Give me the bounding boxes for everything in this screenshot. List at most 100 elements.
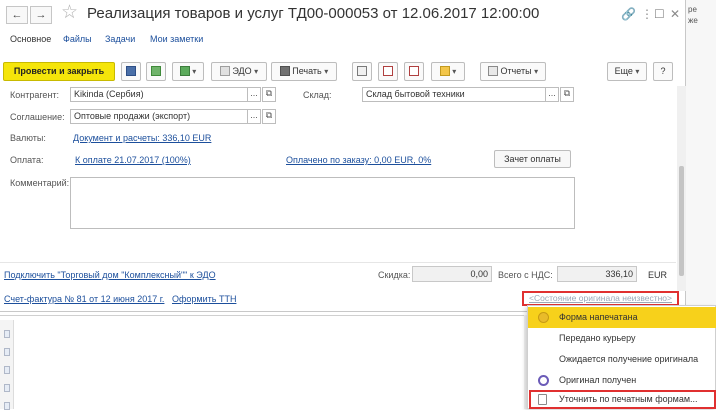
post-document-icon	[151, 65, 161, 76]
discount-label: Скидка:	[378, 270, 411, 280]
attachments-menu-button[interactable]	[431, 62, 465, 81]
page-title: Реализация товаров и услуг ТД00-000053 о…	[87, 5, 540, 22]
warehouse-field[interactable]: Склад бытовой техники	[362, 87, 548, 102]
edo-menu-button[interactable]: ЭДО	[211, 62, 267, 81]
agreement-field[interactable]: Оптовые продажи (экспорт)	[70, 109, 250, 124]
scrollbar-thumb[interactable]	[679, 166, 684, 276]
post-and-close-button[interactable]: Провести и закрыть	[3, 62, 115, 81]
payment-label: Оплата:	[10, 155, 44, 165]
invoice-link[interactable]: Счет-фактура № 81 от 12 июня 2017 г.	[4, 294, 164, 304]
debit-credit-button[interactable]	[378, 62, 398, 81]
open-icon: ⧉	[563, 88, 571, 98]
counterparty-open-button[interactable]: ⧉	[262, 87, 276, 102]
open-icon: ⧉	[265, 88, 273, 98]
menu-item-sent-by-courier[interactable]: Передано курьеру	[528, 328, 716, 349]
discount-value: 0,00	[412, 266, 492, 282]
create-based-on-icon	[179, 65, 190, 76]
paid-by-order-link[interactable]: Оплачено по заказу: 0,00 EUR, 0%	[286, 155, 431, 165]
journal-button[interactable]	[352, 62, 372, 81]
menu-item-original-received[interactable]: Оригинал получен	[528, 370, 716, 391]
agreement-label: Соглашение:	[10, 112, 65, 122]
forward-arrow-icon: →	[35, 9, 47, 21]
background-document-area	[0, 315, 524, 409]
post-document-button[interactable]	[146, 62, 166, 81]
close-icon[interactable]: ✕	[670, 7, 680, 21]
received-circle-icon	[538, 375, 549, 386]
counterparty-field[interactable]: Kikinda (Сербия)	[70, 87, 250, 102]
original-state-link[interactable]: <Состояние оригинала неизвестно>	[522, 291, 679, 306]
total-with-vat-label: Всего с НДС:	[498, 270, 553, 280]
reports-menu-button[interactable]: Отчеты	[480, 62, 546, 81]
payment-offset-button[interactable]: Зачет оплаты	[494, 150, 571, 168]
menu-item-awaiting-original[interactable]: Ожидается получение оригинала	[528, 349, 716, 370]
edo-icon	[219, 65, 230, 76]
counterparty-label: Контрагент:	[10, 90, 60, 100]
background-left-panel	[0, 320, 14, 410]
title-bar: ← → ☆ Реализация товаров и услуг ТД00-00…	[0, 0, 686, 30]
menu-item-form-printed[interactable]: Форма напечатана	[528, 307, 716, 328]
create-ttn-link[interactable]: Оформить ТТН	[172, 294, 236, 304]
create-based-on-button[interactable]	[172, 62, 204, 81]
currency-label: Валюты:	[10, 133, 46, 143]
menu-item-clarify-by-print-forms[interactable]: Уточнить по печатным формам...	[528, 389, 716, 410]
back-button[interactable]: ←	[6, 6, 28, 24]
reports-icon	[487, 65, 498, 76]
tab-main[interactable]: Основное	[10, 34, 51, 44]
printed-circle-icon	[538, 312, 549, 323]
connect-edo-link[interactable]: Подключить "Торговый дом "Комплексный"" …	[4, 270, 216, 280]
document-icon	[538, 394, 547, 405]
back-arrow-icon: ←	[11, 9, 23, 21]
payment-schedule-link[interactable]: К оплате 21.07.2017 (100%)	[75, 155, 191, 165]
warehouse-label: Склад:	[303, 90, 332, 100]
printer-icon	[279, 65, 290, 76]
link-icon[interactable]: 🔗	[621, 7, 636, 21]
favorite-star-icon[interactable]: ☆	[61, 3, 78, 23]
background-checkbox-icon	[4, 366, 10, 374]
open-icon: ⧉	[265, 110, 273, 120]
currency-code: EUR	[648, 270, 668, 280]
menu-item-label: Передано курьеру	[559, 333, 636, 343]
agreement-select-button[interactable]: ...	[247, 109, 261, 124]
tab-my-notes[interactable]: Мои заметки	[150, 34, 203, 44]
background-right-text: ре же	[686, 0, 716, 315]
help-button[interactable]: ?	[653, 62, 673, 81]
journal-icon	[357, 65, 367, 76]
accounting-entries-icon	[409, 65, 419, 76]
agreement-open-button[interactable]: ⧉	[262, 109, 276, 124]
background-checkbox-icon	[4, 384, 10, 392]
total-with-vat-value: 336,10	[557, 266, 637, 282]
counterparty-select-button[interactable]: ...	[247, 87, 261, 102]
original-state-menu: Форма напечатана Передано курьеру Ожидае…	[527, 305, 716, 409]
currency-settlement-link[interactable]: Документ и расчеты: 336,10 EUR	[73, 133, 211, 143]
warehouse-open-button[interactable]: ⧉	[560, 87, 574, 102]
debit-credit-icon	[383, 65, 393, 76]
edo-button-label: ЭДО	[232, 66, 252, 76]
reports-button-label: Отчеты	[500, 66, 532, 76]
tab-files[interactable]: Файлы	[63, 34, 92, 44]
print-button-label: Печать	[292, 66, 322, 76]
vertical-scrollbar[interactable]	[677, 86, 686, 291]
warehouse-select-button[interactable]: ...	[545, 87, 559, 102]
save-button[interactable]	[121, 62, 141, 81]
menu-item-label: Уточнить по печатным формам...	[559, 394, 698, 404]
menu-item-label: Оригинал получен	[559, 375, 637, 385]
forward-button[interactable]: →	[30, 6, 52, 24]
accounting-entries-button[interactable]	[404, 62, 424, 81]
more-button-label: Еще	[614, 66, 633, 76]
command-bar: Провести и закрыть ЭДО Печать	[0, 60, 686, 84]
menu-item-label: Ожидается получение оригинала	[559, 354, 699, 364]
comment-label: Комментарий:	[10, 178, 70, 188]
more-menu-button[interactable]: Еще	[607, 62, 647, 81]
print-menu-button[interactable]: Печать	[271, 62, 337, 81]
more-actions-icon[interactable]: ⋮	[641, 7, 653, 21]
maximize-icon[interactable]: ☐	[654, 7, 665, 21]
background-checkbox-icon	[4, 330, 10, 338]
menu-item-label: Форма напечатана	[559, 312, 638, 322]
folder-icon	[439, 65, 450, 76]
footer-divider	[0, 262, 676, 263]
background-checkbox-icon	[4, 348, 10, 356]
document-window: ← → ☆ Реализация товаров и услуг ТД00-00…	[0, 0, 686, 312]
floppy-disk-icon	[126, 65, 136, 76]
tab-tasks[interactable]: Задачи	[105, 34, 135, 44]
comment-textarea[interactable]	[70, 177, 575, 229]
